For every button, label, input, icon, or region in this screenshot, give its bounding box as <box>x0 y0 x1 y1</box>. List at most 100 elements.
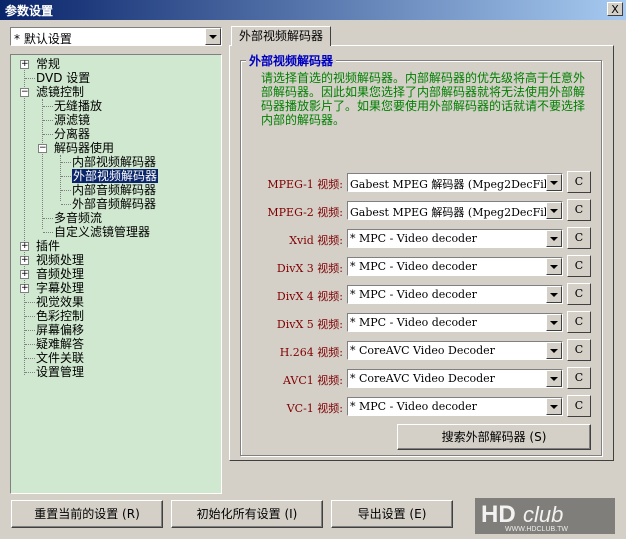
chevron-down-icon[interactable] <box>546 258 562 275</box>
divx5-select[interactable]: * MPC - Video decoder <box>347 313 563 332</box>
tree-item-troubleshoot[interactable]: 疑难解答 <box>36 337 84 351</box>
collapse-icon[interactable]: − <box>20 88 29 97</box>
export-settings-button[interactable]: 导出设置 (E) <box>331 500 453 528</box>
mpeg1-value: Gabest MPEG 解码器 (Mpeg2DecFilter) <box>350 178 546 191</box>
tree-item-filter-control[interactable]: 滤镜控制 <box>36 85 84 99</box>
divx3-select[interactable]: * MPC - Video decoder <box>347 257 563 276</box>
mpeg2-select[interactable]: Gabest MPEG 解码器 (Mpeg2DecFilter) <box>347 201 563 220</box>
divx3-config-button[interactable]: C <box>567 255 591 277</box>
avc1-label: AVC1 视频: <box>283 374 343 387</box>
divx4-select[interactable]: * MPC - Video decoder <box>347 285 563 304</box>
settings-tree[interactable]: + 常规 DVD 设置 − 滤镜控制 无缝播放 源滤镜 分离器 − 解码器使用 … <box>10 54 222 494</box>
tree-item-plugins[interactable]: 插件 <box>36 239 60 253</box>
chevron-down-icon[interactable] <box>546 286 562 303</box>
vc1-config-button[interactable]: C <box>567 395 591 417</box>
divx5-value: * MPC - Video decoder <box>350 316 477 329</box>
tree-line <box>43 106 53 107</box>
tree-line <box>61 204 71 205</box>
tree-item-settings-mgmt[interactable]: 设置管理 <box>36 365 84 379</box>
init-all-settings-button[interactable]: 初始化所有设置 (I) <box>171 500 323 528</box>
xvid-value: * MPC - Video decoder <box>350 232 477 245</box>
divx4-config-button[interactable]: C <box>567 283 591 305</box>
tree-item-audio-proc[interactable]: 音频处理 <box>36 267 84 281</box>
tree-line <box>42 99 43 229</box>
tree-item-screen-offset[interactable]: 屏幕偏移 <box>36 323 84 337</box>
vc1-label: VC-1 视频: <box>286 402 343 415</box>
reset-settings-button[interactable]: 重置当前的设置 (R) <box>11 500 163 528</box>
expand-icon[interactable]: + <box>20 284 29 293</box>
close-button[interactable]: X <box>607 2 623 16</box>
tree-line <box>43 232 53 233</box>
collapse-icon[interactable]: − <box>38 144 47 153</box>
expand-icon[interactable]: + <box>20 60 29 69</box>
tree-item-visual-effects[interactable]: 视觉效果 <box>36 295 84 309</box>
xvid-config-button[interactable]: C <box>567 227 591 249</box>
h264-config-button[interactable]: C <box>567 339 591 361</box>
tree-item-custom-filter[interactable]: 自定义滤镜管理器 <box>54 225 150 239</box>
tree-item-video-proc[interactable]: 视频处理 <box>36 253 84 267</box>
chevron-down-icon[interactable] <box>546 202 562 219</box>
search-decoders-button[interactable]: 搜索外部解码器 (S) <box>397 424 591 450</box>
divx3-value: * MPC - Video decoder <box>350 260 477 273</box>
tree-item-general[interactable]: 常规 <box>36 57 60 71</box>
avc1-select[interactable]: * CoreAVC Video Decoder <box>347 369 563 388</box>
tree-line <box>61 176 71 177</box>
tree-item-dvd[interactable]: DVD 设置 <box>36 71 90 85</box>
tree-line <box>25 316 35 317</box>
tree-item-multi-audio[interactable]: 多音频流 <box>54 211 102 225</box>
chevron-down-icon[interactable] <box>546 370 562 387</box>
divx4-label: DivX 4 视频: <box>276 290 343 303</box>
chevron-down-icon[interactable] <box>205 28 221 45</box>
preset-select[interactable]: * 默认设置 <box>10 27 222 46</box>
expand-icon[interactable]: + <box>20 242 29 251</box>
tree-line <box>25 372 35 373</box>
tree-line <box>25 302 35 303</box>
chevron-down-icon[interactable] <box>546 174 562 191</box>
expand-icon[interactable]: + <box>20 270 29 279</box>
tree-line <box>61 162 71 163</box>
tree-line <box>43 134 53 135</box>
tree-line <box>61 190 71 191</box>
tree-line <box>25 344 35 345</box>
divx5-config-button[interactable]: C <box>567 311 591 333</box>
expand-icon[interactable]: + <box>20 256 29 265</box>
tree-item-decoder-usage[interactable]: 解码器使用 <box>54 141 114 155</box>
h264-label: H.264 视频: <box>279 346 343 359</box>
divx3-label: DivX 3 视频: <box>276 262 343 275</box>
chevron-down-icon[interactable] <box>546 314 562 331</box>
avc1-config-button[interactable]: C <box>567 367 591 389</box>
tree-item-external-video[interactable]: 外部视频解码器 <box>72 169 159 183</box>
tab-external-video-decoder[interactable]: 外部视频解码器 <box>231 26 331 46</box>
h264-select[interactable]: * CoreAVC Video Decoder <box>347 341 563 360</box>
tree-item-color-control[interactable]: 色彩控制 <box>36 309 84 323</box>
tree-item-internal-video[interactable]: 内部视频解码器 <box>72 155 156 169</box>
chevron-down-icon[interactable] <box>546 230 562 247</box>
tree-line <box>43 218 53 219</box>
tree-item-external-audio[interactable]: 外部音频解码器 <box>72 197 156 211</box>
tree-item-internal-audio[interactable]: 内部音频解码器 <box>72 183 156 197</box>
mpeg2-value: Gabest MPEG 解码器 (Mpeg2DecFilter) <box>350 206 546 219</box>
chevron-down-icon[interactable] <box>546 342 562 359</box>
xvid-label: Xvid 视频: <box>289 234 343 247</box>
chevron-down-icon[interactable] <box>546 398 562 415</box>
divx4-value: * MPC - Video decoder <box>350 288 477 301</box>
tree-item-file-assoc[interactable]: 文件关联 <box>36 351 84 365</box>
tree-item-source-filter[interactable]: 源滤镜 <box>54 113 90 127</box>
mpeg1-select[interactable]: Gabest MPEG 解码器 (Mpeg2DecFilter) <box>347 173 563 192</box>
divx5-label: DivX 5 视频: <box>276 318 343 331</box>
svg-text:HD: HD <box>481 501 516 528</box>
svg-text:WWW.HDCLUB.TW: WWW.HDCLUB.TW <box>505 526 568 533</box>
vc1-select[interactable]: * MPC - Video decoder <box>347 397 563 416</box>
tree-item-subtitle-proc[interactable]: 字幕处理 <box>36 281 84 295</box>
tree-item-seamless[interactable]: 无缝播放 <box>54 99 102 113</box>
tree-item-splitter[interactable]: 分离器 <box>54 127 90 141</box>
preset-value: * 默认设置 <box>14 32 72 46</box>
mpeg2-config-button[interactable]: C <box>567 199 591 221</box>
mpeg1-config-button[interactable]: C <box>567 171 591 193</box>
group-title: 外部视频解码器 <box>246 52 337 69</box>
svg-text:club: club <box>523 502 563 527</box>
tree-line <box>43 120 53 121</box>
h264-value: * CoreAVC Video Decoder <box>350 344 495 357</box>
tree-line <box>25 78 35 79</box>
xvid-select[interactable]: * MPC - Video decoder <box>347 229 563 248</box>
